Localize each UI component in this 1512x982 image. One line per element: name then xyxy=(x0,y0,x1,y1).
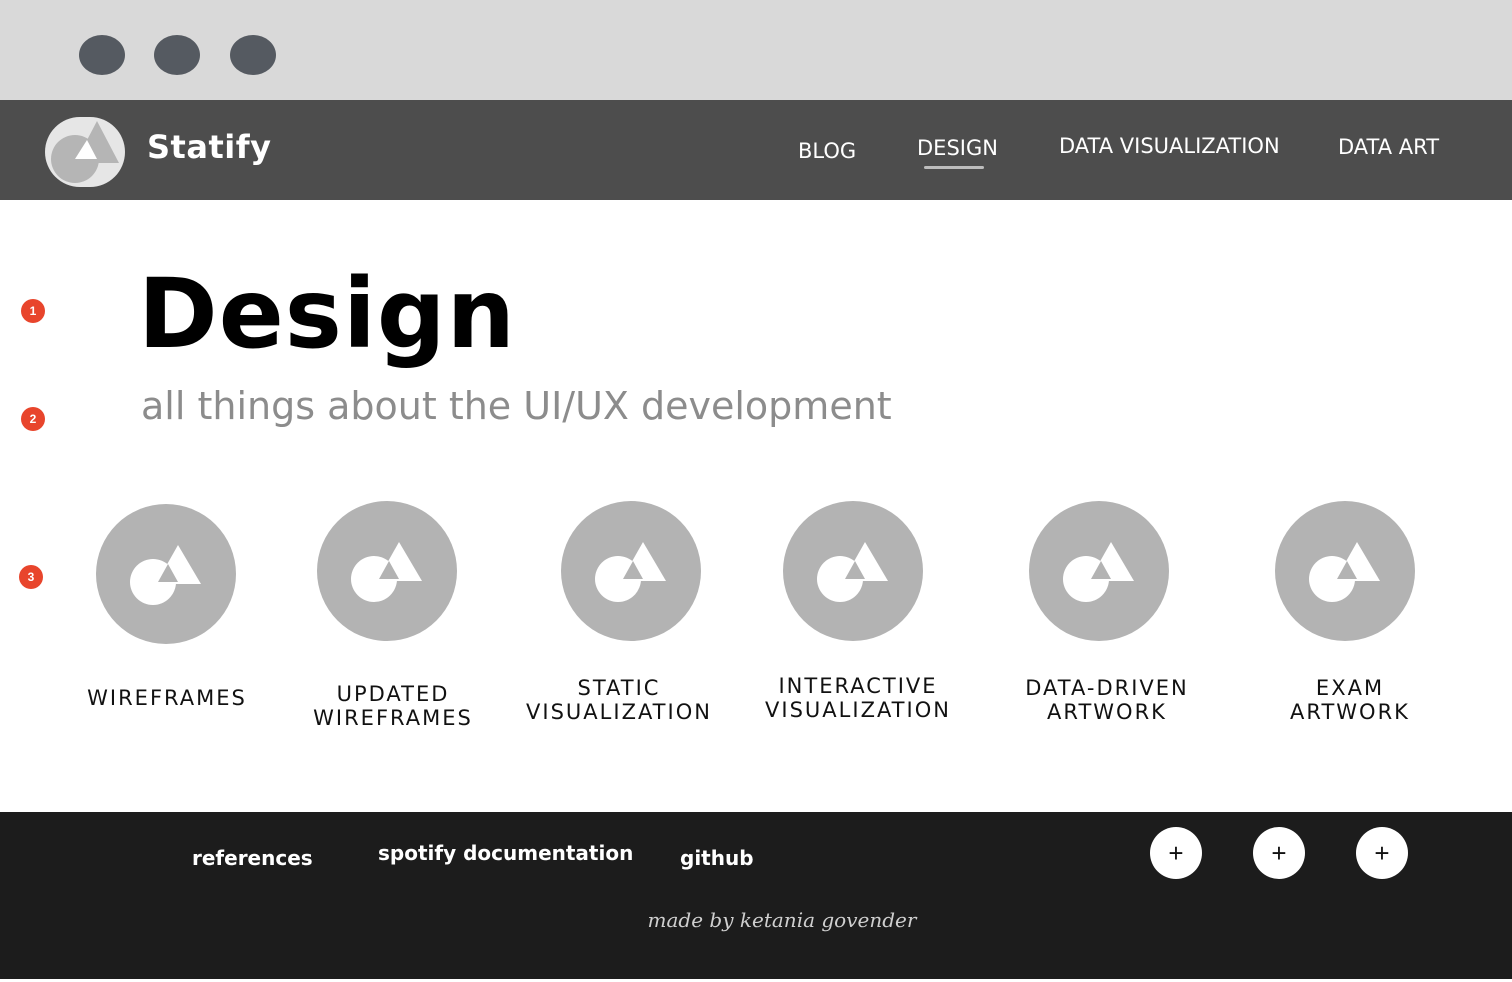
footer-credit: made by ketania govender xyxy=(647,908,917,932)
footer-social-button-3[interactable]: + xyxy=(1356,827,1408,879)
window-control-minimize[interactable] xyxy=(154,35,200,75)
card-wireframes-icon[interactable] xyxy=(96,504,236,644)
footer: references spotify documentation github … xyxy=(0,812,1512,979)
card-exam-artwork-icon[interactable] xyxy=(1275,501,1415,641)
card-updated-wireframes-label[interactable]: UPDATED WIREFRAMES xyxy=(273,682,513,730)
card-static-visualization-icon[interactable] xyxy=(561,501,701,641)
card-data-driven-artwork-icon[interactable] xyxy=(1029,501,1169,641)
page-subtitle: all things about the UI/UX development xyxy=(141,384,892,428)
nav-link-data-art[interactable]: DATA ART xyxy=(1338,135,1439,159)
nav-link-data-visualization[interactable]: DATA VISUALIZATION xyxy=(1059,134,1280,158)
card-interactive-visualization-label[interactable]: INTERACTIVE VISUALIZATION xyxy=(738,674,978,722)
footer-link-references[interactable]: references xyxy=(192,846,313,870)
plus-icon: + xyxy=(1271,838,1287,868)
card-data-driven-artwork-label[interactable]: DATA-DRIVEN ARTWORK xyxy=(987,676,1227,724)
window-control-maximize[interactable] xyxy=(230,35,276,75)
card-exam-artwork-label[interactable]: EXAM ARTWORK xyxy=(1230,676,1470,724)
page-title: Design xyxy=(138,258,516,370)
footer-link-spotify-documentation[interactable]: spotify documentation xyxy=(378,841,633,865)
plus-icon: + xyxy=(1168,838,1184,868)
footer-link-github[interactable]: github xyxy=(680,846,754,870)
card-interactive-visualization-icon[interactable] xyxy=(783,501,923,641)
footer-social-button-1[interactable]: + xyxy=(1150,827,1202,879)
window-title-bar xyxy=(0,0,1512,100)
annotation-marker-3: 3 xyxy=(19,565,43,589)
top-navbar: Statify BLOG DESIGN DATA VISUALIZATION D… xyxy=(0,100,1512,200)
window-control-close[interactable] xyxy=(79,35,125,75)
plus-icon: + xyxy=(1374,838,1390,868)
nav-link-design[interactable]: DESIGN xyxy=(917,136,998,160)
brand-name[interactable]: Statify xyxy=(147,128,271,166)
statify-logo-icon[interactable] xyxy=(45,117,125,187)
nav-active-indicator xyxy=(924,166,984,169)
annotation-marker-2: 2 xyxy=(21,407,45,431)
card-static-visualization-label[interactable]: STATIC VISUALIZATION xyxy=(499,676,739,724)
footer-social-button-2[interactable]: + xyxy=(1253,827,1305,879)
annotation-marker-1: 1 xyxy=(21,299,45,323)
card-wireframes-label[interactable]: WIREFRAMES xyxy=(47,686,287,710)
card-updated-wireframes-icon[interactable] xyxy=(317,501,457,641)
nav-link-blog[interactable]: BLOG xyxy=(798,139,856,163)
